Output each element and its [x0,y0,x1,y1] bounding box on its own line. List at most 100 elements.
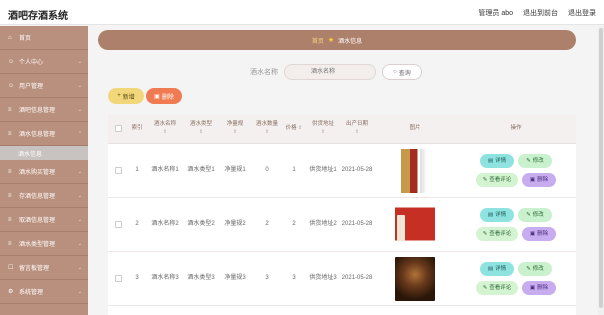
sidebar-item-purchase[interactable]: ≡ 酒水购买管理 ⌄ [0,160,88,184]
sidebar-item-label: 系统管理 [19,290,44,296]
chevron-down-icon: ⌄ [77,58,82,65]
back-to-front-link[interactable]: 退出到前台 [523,8,558,18]
scrollbar-thumb[interactable] [599,28,603,308]
chevron-down-icon: ⌄ [77,240,82,247]
search-icon: ○ [393,69,397,75]
table-row: 2 酒水名称2 酒水类型2 净量规2 2 2 供货地址2 2021-05-28 … [108,198,576,252]
search-bar: 酒水名称 ○ 查询 [96,62,576,82]
scrollbar[interactable] [598,26,604,315]
cell-net: 净量规3 [224,275,246,281]
batch-delete-button[interactable]: ▣ 删除 [146,88,182,104]
sort-icon: ⇕ [232,128,238,135]
cell-index: 3 [135,275,139,281]
sidebar-item-system[interactable]: ⚙ 系统管理 ⌄ [0,280,88,304]
gear-icon: ⚙ [8,289,14,295]
sidebar-item-pickup[interactable]: ≡ 取酒信息管理 ⌄ [0,208,88,232]
column-header[interactable]: 酒水数量 ⇕ [252,114,282,143]
users-icon: ☺ [8,82,15,89]
delete-button[interactable]: ▣ 删除 [522,173,556,187]
drink-table: 索引 酒水名称 ⇕ 酒水类型 ⇕ 净量规 ⇕ 酒水数量 ⇕ 价格 ⇕ 供货地址 ⇕ 出产日… [108,114,576,315]
cell-type: 酒水类型1 [187,167,215,173]
star-icon: ★ [327,37,335,44]
select-all-cell[interactable] [108,114,128,143]
column-header[interactable]: 供货地址 ⇕ [306,114,340,143]
add-button[interactable]: + 新增 [108,88,144,104]
search-input[interactable] [284,64,376,80]
search-button-label: 查询 [398,70,411,77]
row-checkbox[interactable] [114,221,122,228]
detail-button[interactable]: ▤ 详情 [480,154,514,168]
product-image[interactable] [395,202,435,247]
sidebar-item-label: 酒水信息管理 [19,132,56,138]
column-header[interactable]: 价格 ⇕ [282,114,306,143]
sidebar-item-drink-info[interactable]: ≡ 酒水信息管理 ⌃ [0,122,88,146]
sidebar-item-home[interactable]: ⌂ 首页 [0,26,88,50]
chevron-down-icon: ⌄ [77,192,82,199]
edit-button[interactable]: ✎ 修改 [518,154,552,168]
sidebar-item-drink-type[interactable]: ≡ 酒水类型管理 ⌄ [0,232,88,256]
column-header[interactable]: 酒水名称 ⇕ [146,114,184,143]
doc-icon: ▤ [487,157,494,164]
cell-type: 酒水类型3 [187,275,215,281]
cell-type: 酒水类型2 [187,221,215,227]
edit-icon: ✎ [526,157,531,164]
sidebar-item-bar-info[interactable]: ≡ 酒吧信息管理 ⌄ [0,98,88,122]
breadcrumb-home[interactable]: 首页 [312,36,324,45]
row-checkbox[interactable] [114,275,122,282]
detail-button[interactable]: ▤ 详情 [480,208,514,222]
delete-button-label: 删除 [161,94,174,101]
edit-icon: ✎ [482,176,488,183]
sidebar-item-profile[interactable]: ☺ 个人中心 ⌄ [0,50,88,74]
sidebar-subitem-label: 酒水信息 [18,151,43,158]
edit-button[interactable]: ✎ 修改 [518,208,552,222]
sidebar-item-users[interactable]: ☺ 用户管理 ⌄ [0,74,88,98]
list-icon: ≡ [8,130,12,137]
chevron-down-icon: ⌄ [77,216,82,223]
sidebar-item-messages[interactable]: ☐ 留言板管理 ⌄ [0,256,88,280]
detail-button[interactable]: ▤ 详情 [480,262,514,276]
search-label: 酒水名称 [250,69,278,76]
sidebar-item-label: 取酒信息管理 [19,218,56,224]
column-header[interactable]: 酒水类型 ⇕ [184,114,218,143]
product-image[interactable] [395,256,435,301]
row-checkbox[interactable] [114,167,122,174]
edit-button[interactable]: ✎ 修改 [518,262,552,276]
view-comments-button[interactable]: ✎ 查看评论 [476,227,518,241]
doc-icon: ▤ [487,265,494,272]
sidebar-item-label: 用户管理 [19,84,44,90]
action-buttons: + 新增 ▣ 删除 [108,88,182,104]
chevron-down-icon: ⌄ [77,264,82,271]
edit-icon: ✎ [526,211,531,218]
product-image[interactable] [395,148,435,193]
chat-icon: ☐ [8,265,14,271]
delete-button[interactable]: ▣ 删除 [522,227,556,241]
cell-address: 供货地址3 [309,275,337,281]
main-content: 首页 ★ 酒水信息 酒水名称 ○ 查询 + 新增 ▣ 删除 索引 酒水名称⇕ 酒… [96,26,596,315]
sort-icon: ⇕ [298,124,303,131]
logout-link[interactable]: 退出登录 [568,8,596,18]
cell-net: 净量规2 [224,221,246,227]
cell-net: 净量规1 [224,167,246,173]
cell-name: 酒水名称1 [151,167,179,173]
column-header[interactable]: 净量规 ⇕ [218,114,252,143]
sort-icon: ⇕ [354,128,360,135]
list-icon: ≡ [8,106,12,113]
edit-icon: ✎ [526,265,531,272]
sidebar-subitem-drink-info[interactable]: 酒水信息 [0,146,88,160]
sidebar-item-label: 留言板管理 [19,266,50,272]
sidebar-item-label: 首页 [19,36,32,42]
view-comments-button[interactable]: ✎ 查看评论 [476,173,518,187]
sort-icon: ⇕ [320,128,326,135]
search-button[interactable]: ○ 查询 [382,64,422,80]
sort-icon: ⇕ [162,128,168,135]
sidebar-item-label: 存酒信息管理 [19,194,56,200]
select-all-checkbox[interactable] [114,125,122,132]
delete-button[interactable]: ▣ 删除 [522,281,556,295]
user-icon: ☺ [8,58,15,65]
table-header: 索引 酒水名称 ⇕ 酒水类型 ⇕ 净量规 ⇕ 酒水数量 ⇕ 价格 ⇕ 供货地址 ⇕ 出产日… [108,114,576,144]
column-header: 操作 [510,124,522,131]
column-header[interactable]: 出产日期 ⇕ [340,114,374,143]
sidebar-item-storage[interactable]: ≡ 存酒信息管理 ⌄ [0,184,88,208]
view-comments-button[interactable]: ✎ 查看评论 [476,281,518,295]
plus-icon: + [117,93,121,99]
